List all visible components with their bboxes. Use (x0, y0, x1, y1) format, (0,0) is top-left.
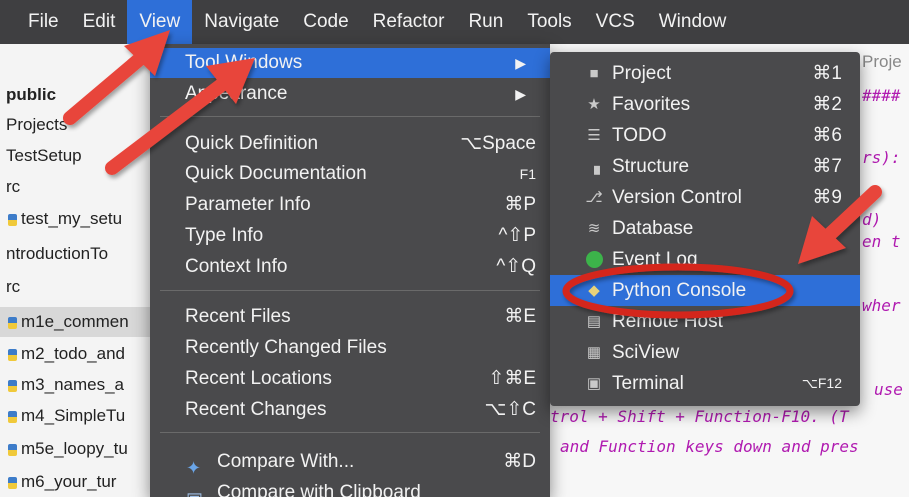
menu-item-recent-files[interactable]: Recent Files ⌘E (150, 302, 550, 332)
menu-item-parameter-info[interactable]: Parameter Info ⌘P (150, 190, 550, 220)
menu-separator (160, 290, 540, 291)
menu-tools[interactable]: Tools (515, 0, 583, 44)
code-line: use (874, 380, 903, 399)
tool-window-project[interactable]: ■ Project ⌘1 (550, 58, 860, 89)
tool-windows-submenu: ■ Project ⌘1 ★ Favorites ⌘2 ☰ TODO ⌘6 ▗ … (550, 52, 860, 406)
menu-window[interactable]: Window (647, 0, 739, 44)
menu-item-recent-changes[interactable]: Recent Changes ⌥⇧C (150, 395, 550, 425)
tool-window-terminal[interactable]: ▣ Terminal ⌥F12 (550, 368, 860, 399)
menu-item-context-info[interactable]: Context Info ^⇧Q (150, 252, 550, 282)
python-icon: ◆ (588, 282, 600, 299)
tree-item[interactable]: TestSetup (0, 141, 152, 171)
code-line: rs): (862, 148, 901, 167)
menu-bar: File Edit View Navigate Code Refactor Ru… (0, 0, 909, 44)
tool-window-favorites[interactable]: ★ Favorites ⌘2 (550, 89, 860, 120)
tool-window-python-console[interactable]: ◆ Python Console (550, 275, 860, 306)
tool-window-structure[interactable]: ▗ Structure ⌘7 (550, 151, 860, 182)
version-control-icon: ⎇ (585, 189, 603, 206)
python-file-icon (8, 379, 17, 392)
remote-host-icon: ▤ (586, 313, 602, 330)
editor-tab[interactable]: Proje (862, 52, 902, 72)
menu-refactor[interactable]: Refactor (361, 0, 457, 44)
tree-item[interactable]: m3_names_a (0, 370, 152, 400)
todo-list-icon: ☰ (587, 127, 601, 144)
sciview-icon: ▦ (586, 344, 602, 361)
code-line: and Function keys down and pres (560, 437, 859, 456)
code-line: #### (862, 86, 901, 105)
python-file-icon (8, 410, 17, 423)
tree-item[interactable]: test_my_setu (0, 204, 152, 234)
tree-item[interactable]: rc (0, 272, 152, 302)
tree-item[interactable]: public (0, 80, 152, 110)
python-file-icon (8, 476, 17, 489)
structure-icon: ▗ (588, 158, 600, 175)
menu-item-appearance[interactable]: Appearance ▶ (150, 79, 550, 109)
menu-item-recent-locations[interactable]: Recent Locations ⇧⌘E (150, 364, 550, 394)
tree-item[interactable]: m2_todo_and (0, 339, 152, 369)
menu-separator (160, 432, 540, 433)
code-line: trol + Shift + Function-F10. (T (550, 407, 849, 426)
tree-item[interactable]: m5e_loopy_tu (0, 434, 152, 464)
menu-view[interactable]: View (127, 0, 193, 44)
python-file-icon (8, 316, 17, 329)
menu-edit[interactable]: Edit (71, 0, 128, 44)
code-line: wher (862, 296, 901, 315)
tool-window-version-control[interactable]: ⎇ Version Control ⌘9 (550, 182, 860, 213)
tree-item[interactable]: m6_your_tur (0, 467, 152, 497)
star-icon: ★ (587, 96, 601, 113)
menu-item-recently-changed-files[interactable]: Recently Changed Files (150, 333, 550, 363)
menu-vcs[interactable]: VCS (584, 0, 647, 44)
tree-item[interactable]: Projects (0, 110, 152, 140)
menu-navigate[interactable]: Navigate (192, 0, 291, 44)
project-tree: public Projects TestSetup rc test_my_set… (0, 44, 152, 497)
database-icon: ≋ (587, 220, 601, 237)
tool-window-sciview[interactable]: ▦ SciView (550, 337, 860, 368)
tool-window-remote-host[interactable]: ▤ Remote Host (550, 306, 860, 337)
menu-item-tool-windows[interactable]: Tool Windows ▶ (150, 48, 550, 78)
code-line: en t (862, 232, 901, 251)
menu-item-quick-documentation[interactable]: Quick Documentation F1 (150, 159, 550, 189)
menu-run[interactable]: Run (456, 0, 515, 44)
menu-item-type-info[interactable]: Type Info ^⇧P (150, 221, 550, 251)
menu-item-compare-with[interactable]: ✦ Compare With... ⌘D (150, 447, 550, 478)
python-file-icon (8, 348, 17, 361)
tree-item[interactable]: m4_SimpleTu (0, 401, 152, 431)
submenu-arrow-icon: ▶ (515, 55, 526, 71)
menu-file[interactable]: File (0, 0, 71, 44)
python-file-icon (8, 213, 17, 226)
python-file-icon (8, 443, 17, 456)
menu-item-compare-with-clipboard[interactable]: ▣ Compare with Clipboard (150, 478, 550, 497)
view-menu: Tool Windows ▶ Appearance ▶ Quick Defini… (150, 44, 550, 497)
tool-window-event-log[interactable]: Event Log (550, 244, 860, 275)
event-log-icon (586, 251, 603, 268)
menu-item-quick-definition[interactable]: Quick Definition ⌥Space (150, 129, 550, 159)
tool-window-todo[interactable]: ☰ TODO ⌘6 (550, 120, 860, 151)
menu-separator (160, 116, 540, 117)
terminal-icon: ▣ (586, 375, 602, 392)
folder-icon: ■ (589, 65, 599, 82)
tree-item[interactable]: m1e_commen (0, 307, 152, 337)
tree-item[interactable]: ntroductionTo (0, 239, 152, 269)
submenu-arrow-icon: ▶ (515, 86, 526, 102)
tree-item[interactable]: rc (0, 172, 152, 202)
code-line: d) (862, 210, 882, 229)
menu-code[interactable]: Code (291, 0, 360, 44)
tool-window-database[interactable]: ≋ Database (550, 213, 860, 244)
clipboard-icon: ▣ (186, 484, 203, 497)
